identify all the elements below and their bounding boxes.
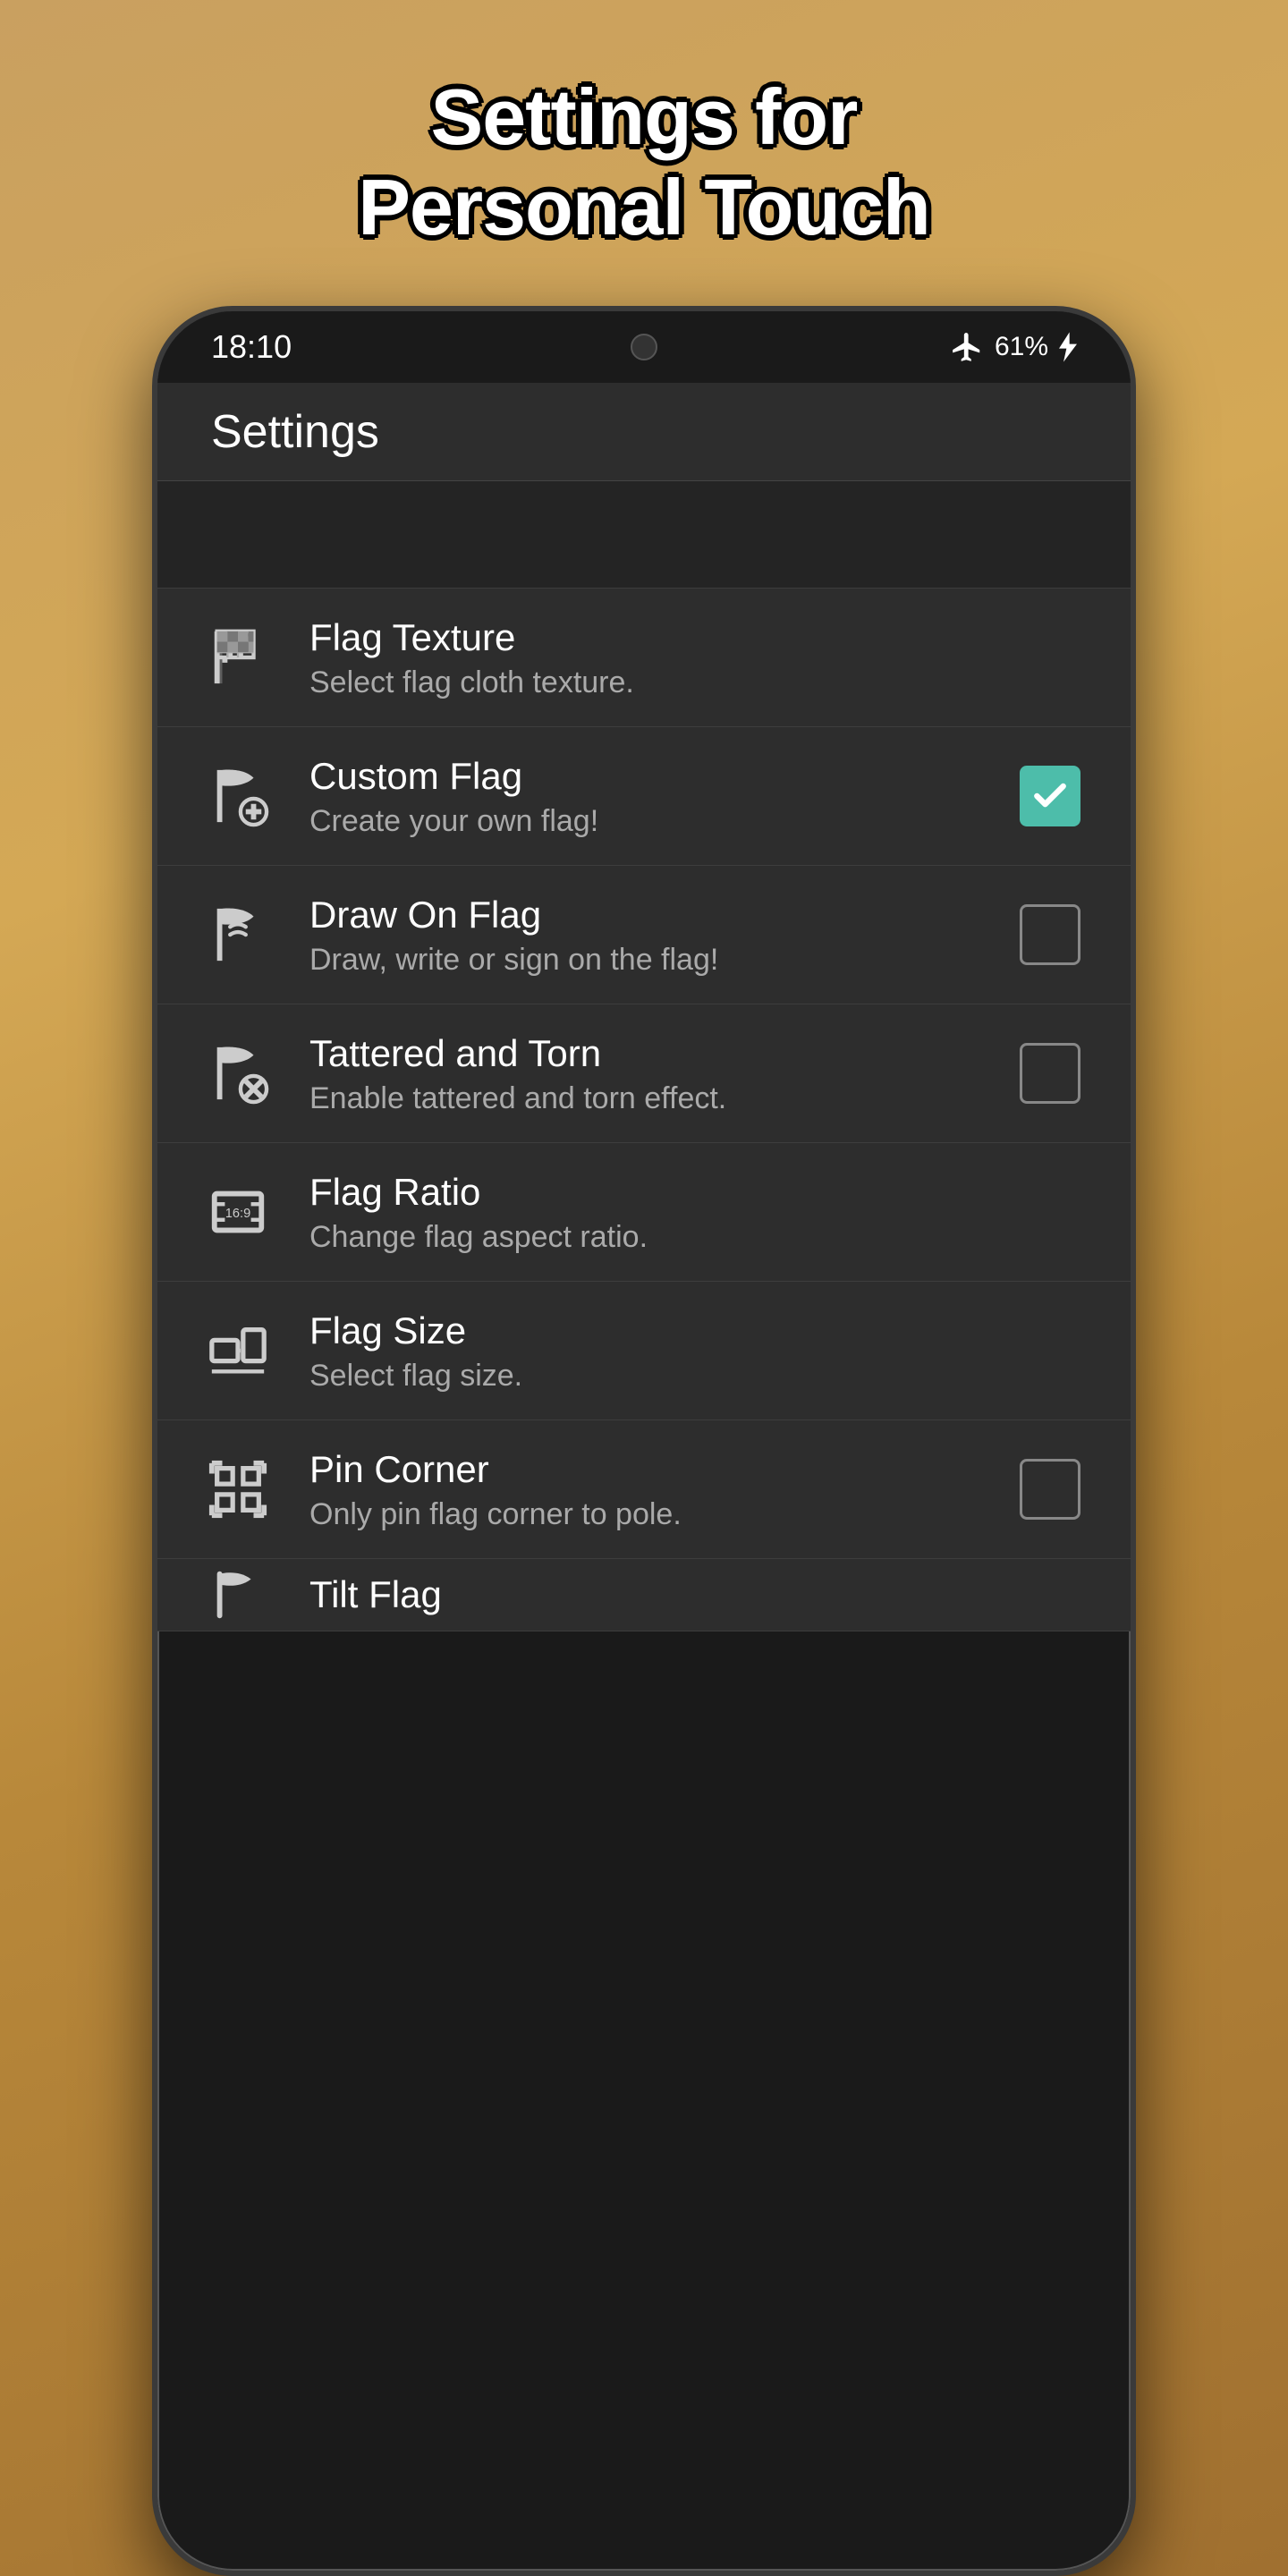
status-time: 18:10 <box>211 328 292 366</box>
settings-item-flag-texture[interactable]: Flag Texture Select flag cloth texture. <box>157 589 1131 727</box>
settings-item-draw-on-flag[interactable]: Draw On Flag Draw, write or sign on the … <box>157 866 1131 1004</box>
tilt-flag-title: Tilt Flag <box>309 1571 1086 1620</box>
pin-corner-icon <box>202 1453 274 1525</box>
flag-size-text: Flag Size Select flag size. <box>309 1307 1086 1395</box>
tattered-flag-icon <box>202 1038 274 1109</box>
flag-texture-title: Flag Texture <box>309 614 1086 663</box>
page-title: Settings for Personal Touch <box>358 0 930 306</box>
flag-texture-text: Flag Texture Select flag cloth texture. <box>309 614 1086 702</box>
custom-flag-control[interactable] <box>1014 760 1086 832</box>
draw-on-flag-title: Draw On Flag <box>309 891 979 940</box>
flag-texture-icon <box>202 622 274 693</box>
custom-flag-title: Custom Flag <box>309 752 979 801</box>
draw-on-flag-subtitle: Draw, write or sign on the flag! <box>309 940 979 979</box>
tattered-torn-control[interactable] <box>1014 1038 1086 1109</box>
settings-item-tattered-torn[interactable]: Tattered and Torn Enable tattered and to… <box>157 1004 1131 1143</box>
settings-list: Flag Texture Select flag cloth texture. … <box>157 589 1131 1631</box>
flag-ratio-text: Flag Ratio Change flag aspect ratio. <box>309 1168 1086 1257</box>
app-bar-title: Settings <box>211 405 379 459</box>
draw-flag-icon <box>202 899 274 970</box>
camera-dot <box>631 334 657 360</box>
custom-flag-checkbox-checked[interactable] <box>1020 766 1080 826</box>
tattered-torn-title: Tattered and Torn <box>309 1030 979 1079</box>
flag-ratio-icon: 16:9 <box>202 1176 274 1248</box>
pin-corner-subtitle: Only pin flag corner to pole. <box>309 1495 979 1534</box>
draw-on-flag-checkbox[interactable] <box>1020 904 1080 965</box>
tattered-torn-subtitle: Enable tattered and torn effect. <box>309 1079 979 1118</box>
flag-size-subtitle: Select flag size. <box>309 1356 1086 1395</box>
tilt-flag-text: Tilt Flag <box>309 1571 1086 1620</box>
settings-item-pin-corner[interactable]: Pin Corner Only pin flag corner to pole. <box>157 1420 1131 1559</box>
custom-flag-text: Custom Flag Create your own flag! <box>309 752 979 841</box>
custom-flag-icon <box>202 760 274 832</box>
svg-text:16:9: 16:9 <box>225 1207 250 1221</box>
settings-item-custom-flag[interactable]: Custom Flag Create your own flag! <box>157 727 1131 866</box>
draw-on-flag-text: Draw On Flag Draw, write or sign on the … <box>309 891 979 979</box>
battery-bolt-icon <box>1059 332 1077 362</box>
settings-item-flag-size[interactable]: Flag Size Select flag size. <box>157 1282 1131 1420</box>
airplane-icon <box>950 330 984 364</box>
pin-corner-control[interactable] <box>1014 1453 1086 1525</box>
flag-texture-subtitle: Select flag cloth texture. <box>309 663 1086 702</box>
flag-size-title: Flag Size <box>309 1307 1086 1356</box>
draw-on-flag-control[interactable] <box>1014 899 1086 970</box>
pin-corner-title: Pin Corner <box>309 1445 979 1495</box>
app-bar: Settings <box>157 383 1131 481</box>
pin-corner-checkbox[interactable] <box>1020 1459 1080 1520</box>
battery-percentage: 61% <box>995 332 1048 362</box>
section-gap <box>157 481 1131 589</box>
status-bar: 18:10 61% <box>157 311 1131 383</box>
settings-item-flag-ratio[interactable]: 16:9 Flag Ratio Change flag aspect ratio… <box>157 1143 1131 1282</box>
pin-corner-text: Pin Corner Only pin flag corner to pole. <box>309 1445 979 1534</box>
custom-flag-subtitle: Create your own flag! <box>309 801 979 841</box>
tilt-flag-icon <box>202 1559 274 1631</box>
flag-ratio-title: Flag Ratio <box>309 1168 1086 1217</box>
settings-item-tilt-flag[interactable]: Tilt Flag <box>157 1559 1131 1631</box>
flag-ratio-subtitle: Change flag aspect ratio. <box>309 1217 1086 1257</box>
tattered-torn-text: Tattered and Torn Enable tattered and to… <box>309 1030 979 1118</box>
phone-frame: 18:10 61% Settings <box>152 306 1136 2576</box>
status-icons: 61% <box>950 330 1077 364</box>
tattered-torn-checkbox[interactable] <box>1020 1043 1080 1104</box>
flag-size-icon <box>202 1315 274 1386</box>
